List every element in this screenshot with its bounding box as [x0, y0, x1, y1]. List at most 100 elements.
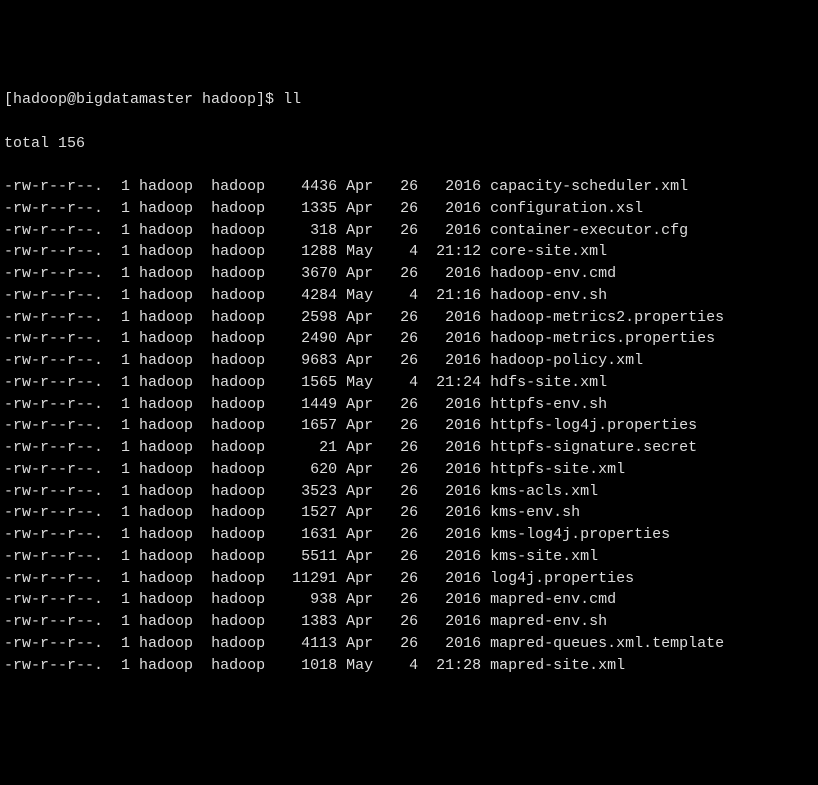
file-time: 21:12	[427, 241, 481, 263]
file-time: 2016	[427, 307, 481, 329]
file-month: Apr	[346, 633, 382, 655]
file-day: 4	[391, 241, 418, 263]
file-name: httpfs-env.sh	[490, 394, 607, 416]
file-name: httpfs-signature.secret	[490, 437, 697, 459]
file-perms: -rw-r--r--.	[4, 307, 103, 329]
file-links: 1	[112, 394, 130, 416]
file-group: hadoop	[211, 328, 274, 350]
file-row: -rw-r--r--. 1 hadoop hadoop 1527 Apr 26 …	[4, 502, 814, 524]
file-day: 26	[391, 263, 418, 285]
file-time: 2016	[427, 437, 481, 459]
file-day: 26	[391, 220, 418, 242]
file-listing: -rw-r--r--. 1 hadoop hadoop 4436 Apr 26 …	[4, 176, 814, 676]
file-size: 318	[283, 220, 337, 242]
file-month: May	[346, 241, 382, 263]
file-links: 1	[112, 502, 130, 524]
file-name: capacity-scheduler.xml	[490, 176, 688, 198]
file-owner: hadoop	[139, 241, 202, 263]
file-owner: hadoop	[139, 263, 202, 285]
file-row: -rw-r--r--. 1 hadoop hadoop 938 Apr 26 2…	[4, 589, 814, 611]
file-links: 1	[112, 546, 130, 568]
file-size: 1018	[283, 655, 337, 677]
file-links: 1	[112, 481, 130, 503]
file-month: May	[346, 655, 382, 677]
file-owner: hadoop	[139, 220, 202, 242]
file-perms: -rw-r--r--.	[4, 220, 103, 242]
file-time: 2016	[427, 589, 481, 611]
file-month: Apr	[346, 415, 382, 437]
file-day: 26	[391, 589, 418, 611]
file-time: 2016	[427, 220, 481, 242]
file-row: -rw-r--r--. 1 hadoop hadoop 9683 Apr 26 …	[4, 350, 814, 372]
file-month: Apr	[346, 176, 382, 198]
file-time: 2016	[427, 502, 481, 524]
file-time: 2016	[427, 481, 481, 503]
file-perms: -rw-r--r--.	[4, 481, 103, 503]
file-row: -rw-r--r--. 1 hadoop hadoop 1018 May 4 2…	[4, 655, 814, 677]
file-group: hadoop	[211, 633, 274, 655]
file-size: 1449	[283, 394, 337, 416]
file-group: hadoop	[211, 285, 274, 307]
file-month: Apr	[346, 263, 382, 285]
file-perms: -rw-r--r--.	[4, 459, 103, 481]
file-group: hadoop	[211, 546, 274, 568]
file-month: Apr	[346, 589, 382, 611]
file-group: hadoop	[211, 394, 274, 416]
file-owner: hadoop	[139, 307, 202, 329]
file-size: 4436	[283, 176, 337, 198]
file-time: 2016	[427, 611, 481, 633]
file-group: hadoop	[211, 241, 274, 263]
file-month: Apr	[346, 459, 382, 481]
prompt-line[interactable]: [hadoop@bigdatamaster hadoop]$ ll	[4, 89, 814, 111]
file-name: container-executor.cfg	[490, 220, 688, 242]
file-size: 4113	[283, 633, 337, 655]
file-day: 26	[391, 328, 418, 350]
file-owner: hadoop	[139, 350, 202, 372]
file-name: hdfs-site.xml	[490, 372, 607, 394]
file-name: httpfs-log4j.properties	[490, 415, 697, 437]
file-links: 1	[112, 437, 130, 459]
file-row: -rw-r--r--. 1 hadoop hadoop 1383 Apr 26 …	[4, 611, 814, 633]
file-size: 21	[283, 437, 337, 459]
file-perms: -rw-r--r--.	[4, 655, 103, 677]
file-row: -rw-r--r--. 1 hadoop hadoop 4436 Apr 26 …	[4, 176, 814, 198]
file-month: Apr	[346, 328, 382, 350]
file-owner: hadoop	[139, 198, 202, 220]
file-perms: -rw-r--r--.	[4, 524, 103, 546]
file-perms: -rw-r--r--.	[4, 263, 103, 285]
file-month: Apr	[346, 307, 382, 329]
file-size: 1565	[283, 372, 337, 394]
file-group: hadoop	[211, 372, 274, 394]
file-row: -rw-r--r--. 1 hadoop hadoop 1335 Apr 26 …	[4, 198, 814, 220]
file-size: 3670	[283, 263, 337, 285]
file-row: -rw-r--r--. 1 hadoop hadoop 4284 May 4 2…	[4, 285, 814, 307]
file-owner: hadoop	[139, 633, 202, 655]
file-time: 2016	[427, 394, 481, 416]
file-day: 26	[391, 415, 418, 437]
file-owner: hadoop	[139, 655, 202, 677]
file-row: -rw-r--r--. 1 hadoop hadoop 1631 Apr 26 …	[4, 524, 814, 546]
file-links: 1	[112, 241, 130, 263]
file-day: 26	[391, 524, 418, 546]
file-size: 1631	[283, 524, 337, 546]
file-month: Apr	[346, 611, 382, 633]
prompt-userhost: [hadoop@bigdatamaster hadoop]$	[4, 91, 274, 108]
file-size: 1288	[283, 241, 337, 263]
file-row: -rw-r--r--. 1 hadoop hadoop 318 Apr 26 2…	[4, 220, 814, 242]
file-row: -rw-r--r--. 1 hadoop hadoop 1657 Apr 26 …	[4, 415, 814, 437]
file-owner: hadoop	[139, 502, 202, 524]
file-owner: hadoop	[139, 568, 202, 590]
file-perms: -rw-r--r--.	[4, 568, 103, 590]
file-group: hadoop	[211, 502, 274, 524]
file-row: -rw-r--r--. 1 hadoop hadoop 1565 May 4 2…	[4, 372, 814, 394]
file-month: Apr	[346, 524, 382, 546]
file-group: hadoop	[211, 524, 274, 546]
file-day: 26	[391, 546, 418, 568]
total-line: total 156	[4, 133, 814, 155]
file-name: mapred-site.xml	[490, 655, 625, 677]
file-time: 2016	[427, 524, 481, 546]
file-name: mapred-queues.xml.template	[490, 633, 724, 655]
file-time: 21:16	[427, 285, 481, 307]
file-name: mapred-env.cmd	[490, 589, 616, 611]
file-row: -rw-r--r--. 1 hadoop hadoop 11291 Apr 26…	[4, 568, 814, 590]
